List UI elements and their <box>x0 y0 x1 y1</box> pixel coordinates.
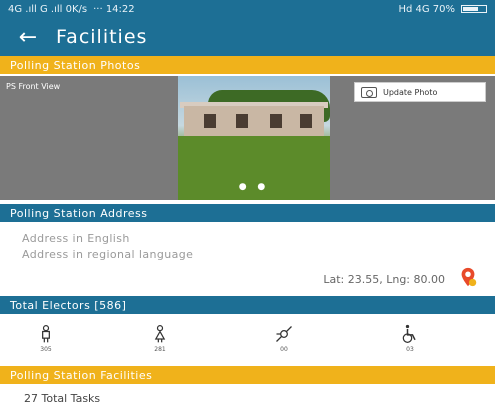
update-photo-label: Update Photo <box>383 87 438 97</box>
battery-level <box>463 7 478 11</box>
photos-section-header: Polling Station Photos <box>0 56 495 74</box>
wheelchair-icon <box>402 324 416 343</box>
electors-section-header: Total Electors [586] <box>0 296 495 314</box>
elector-pwd: 03 <box>380 324 440 358</box>
back-button[interactable]: ← <box>0 18 56 56</box>
arrow-left-icon: ← <box>18 24 38 50</box>
address-english: Address in English <box>22 232 130 245</box>
update-photo-button[interactable]: Update Photo <box>354 82 486 102</box>
elector-pwd-count: 03 <box>406 346 414 353</box>
elector-male-count: 305 <box>40 346 52 353</box>
address-section-header: Polling Station Address <box>0 204 495 222</box>
elector-female: 281 <box>130 324 190 358</box>
third-gender-icon <box>276 326 292 342</box>
page-title: Facilities <box>56 26 148 48</box>
elector-third-gender-count: 00 <box>280 346 288 353</box>
status-time: ··· 14:22 <box>93 3 135 15</box>
address-panel: Address in English Address in regional l… <box>0 222 495 292</box>
electors-row: 305 281 00 03 <box>0 318 495 362</box>
camera-icon <box>361 86 377 98</box>
female-icon <box>154 325 166 343</box>
lat-lng: Lat: 23.55, Lng: 80.00 <box>323 273 445 286</box>
elector-female-count: 281 <box>154 346 166 353</box>
facility-item[interactable]: 27 Total Tasks <box>24 392 100 405</box>
address-regional: Address in regional language <box>22 248 194 261</box>
photo-label: PS Front View <box>6 82 61 91</box>
carousel-indicator: ● ● <box>238 182 270 192</box>
male-icon <box>42 325 50 343</box>
status-right-text: Hd 4G 70% <box>398 3 455 15</box>
facilities-section-header: Polling Station Facilities <box>0 366 495 384</box>
elector-third-gender: 00 <box>254 324 314 358</box>
app-bar: ← Facilities <box>0 18 495 56</box>
polling-station-photo[interactable]: ● ● <box>178 76 330 200</box>
status-bar: 4G .ıll G .ıll 0K/s ··· 14:22 Hd 4G 70% <box>0 0 495 18</box>
status-left-text: 4G .ıll G .ıll 0K/s <box>8 3 88 15</box>
battery-icon <box>461 5 487 13</box>
map-pin-icon[interactable] <box>457 266 479 288</box>
elector-male: 305 <box>16 324 76 358</box>
photo-panel: PS Front View ● ● Update Photo <box>0 76 495 200</box>
